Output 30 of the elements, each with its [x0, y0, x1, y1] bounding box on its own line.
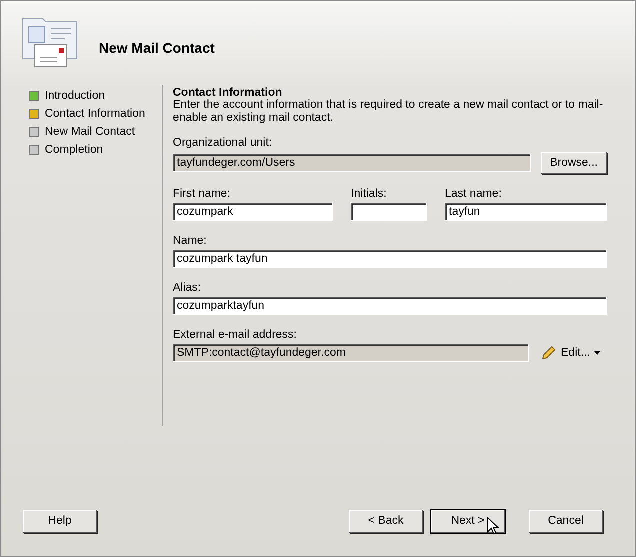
- caret-icon: [594, 351, 602, 355]
- edit-button[interactable]: Edit...: [539, 345, 607, 361]
- step-label: Introduction: [45, 90, 106, 102]
- field-label: Alias:: [173, 282, 202, 294]
- step-label: Completion: [45, 144, 104, 156]
- text-field[interactable]: tayfun: [445, 203, 607, 221]
- section-title: Contact Information: [173, 87, 284, 99]
- dialog-button[interactable]: < Back: [349, 510, 423, 532]
- text-field[interactable]: SMTP:contact@tayfundeger.com: [173, 344, 529, 362]
- field-label: External e-mail address:: [173, 329, 298, 341]
- pencil-icon: [541, 345, 557, 361]
- section-description: Enter the account information that is required to create a new mail contact or to mail-enable an existing mail contact.: [173, 99, 604, 125]
- text-field[interactable]: cozumparktayfun: [173, 297, 607, 315]
- field-label: Last name:: [445, 188, 503, 200]
- dialog-button[interactable]: Next >: [431, 510, 505, 532]
- dialog-button[interactable]: Help: [23, 510, 97, 532]
- text-field[interactable]: tayfundeger.com/Users: [173, 154, 532, 172]
- window-title: New Mail Contact: [99, 40, 215, 56]
- text-field[interactable]: cozumpark: [173, 203, 333, 221]
- browse-button[interactable]: Browse...: [541, 152, 607, 174]
- field-label: First name:: [173, 188, 232, 200]
- field-label: Initials:: [351, 188, 388, 200]
- dialog-button[interactable]: Cancel: [529, 510, 603, 532]
- step-label: New Mail Contact: [45, 126, 136, 138]
- mouse-cursor-icon: [487, 516, 499, 534]
- text-field[interactable]: cozumpark tayfun: [173, 250, 607, 268]
- field-label: Organizational unit:: [173, 137, 274, 149]
- text-field[interactable]: [351, 203, 427, 221]
- field-label: Name:: [173, 235, 208, 247]
- step-label: Contact Information: [45, 108, 146, 120]
